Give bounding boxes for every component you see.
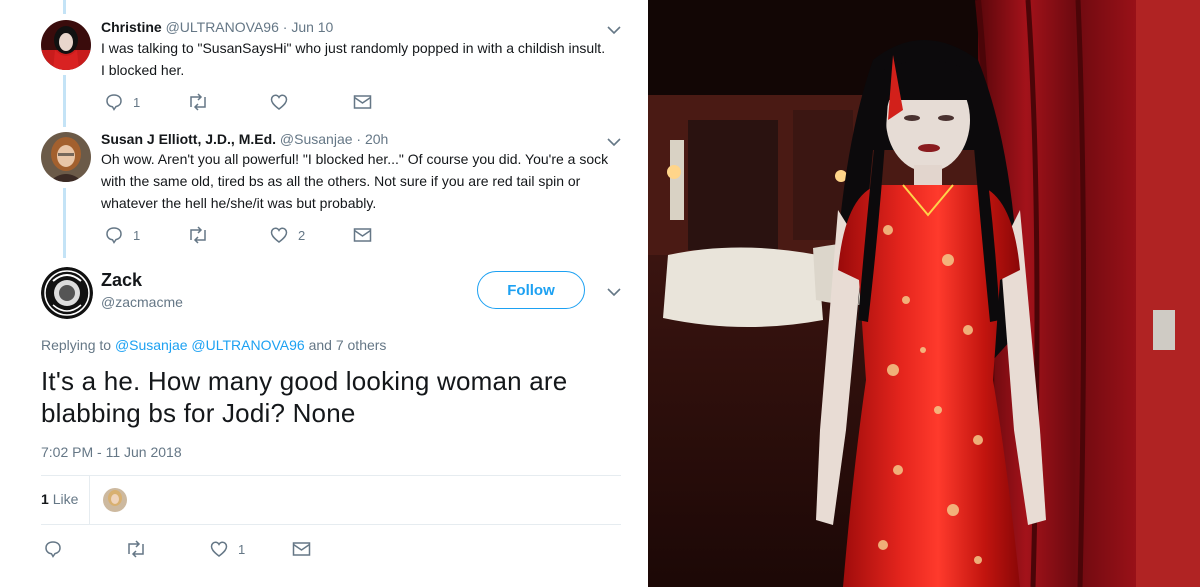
separator: ·	[356, 131, 362, 147]
handle[interactable]: @zacmacme	[101, 294, 183, 310]
retweet-icon	[190, 226, 206, 244]
handle[interactable]: @ULTRANOVA96	[166, 19, 279, 35]
retweet-button[interactable]	[125, 540, 147, 558]
tweet-time[interactable]: 20h	[365, 131, 388, 147]
separator: ·	[282, 19, 288, 35]
likes-row: 1 Like	[41, 476, 621, 524]
reply-count: 1	[133, 227, 141, 243]
reply-button[interactable]	[44, 540, 62, 558]
heart-icon	[270, 227, 288, 243]
reply-button[interactable]: 1	[105, 226, 140, 244]
chevron-down-icon[interactable]	[606, 22, 622, 38]
retweet-icon	[190, 93, 206, 111]
dm-button[interactable]	[353, 226, 372, 244]
display-name[interactable]: Zack	[101, 270, 142, 291]
heart-icon	[270, 94, 288, 110]
twitter-thread-panel: Christine @ULTRANOVA96 · Jun 10 I was ta…	[0, 0, 648, 587]
retweet-button[interactable]	[187, 93, 219, 111]
avatar-zack[interactable]	[41, 267, 93, 319]
like-button[interactable]: 2	[270, 226, 305, 244]
thread-line	[63, 188, 66, 258]
heart-icon	[210, 541, 228, 557]
attached-photo[interactable]	[648, 0, 1200, 587]
reply-icon	[106, 227, 122, 244]
envelope-icon	[292, 542, 311, 556]
like-count: 1	[238, 541, 246, 557]
chevron-down-icon[interactable]	[606, 284, 622, 300]
liker-avatar[interactable]	[103, 488, 127, 512]
like-number: 1	[41, 491, 49, 507]
tweet-time[interactable]: Jun 10	[291, 19, 333, 35]
tweet-timestamp[interactable]: 7:02 PM - 11 Jun 2018	[41, 444, 182, 460]
replying-to: Replying to @Susanjae @ULTRANOVA96 and 7…	[41, 337, 386, 353]
thread-line	[63, 0, 66, 14]
handle[interactable]: @Susanjae	[280, 131, 353, 147]
tweet-text: It's a he. How many good looking woman a…	[41, 366, 568, 428]
reply-button[interactable]: 1	[105, 93, 140, 111]
others-link[interactable]: and 7 others	[309, 337, 387, 353]
photo-illustration	[648, 0, 1200, 587]
avatar-christine[interactable]	[41, 20, 91, 70]
mention-link[interactable]: @Susanjae	[115, 337, 188, 353]
reply-icon	[45, 541, 61, 558]
divider	[89, 476, 90, 524]
like-button[interactable]	[270, 93, 298, 111]
display-name[interactable]: Susan J Elliott, J.D., M.Ed.	[101, 131, 276, 147]
like-label: Like	[52, 491, 79, 507]
tweet-text: I was talking to "SusanSaysHi" who just …	[101, 40, 606, 78]
envelope-icon	[353, 228, 372, 242]
like-button[interactable]: 1	[210, 540, 245, 558]
like-count: 2	[298, 227, 306, 243]
retweet-button[interactable]	[187, 226, 219, 244]
tweet-author: Susan J Elliott, J.D., M.Ed. @Susanjae ·…	[101, 131, 388, 147]
dm-button[interactable]	[292, 540, 311, 558]
display-name[interactable]: Christine	[101, 19, 162, 35]
tweet-text: Oh wow. Aren't you all powerful! "I bloc…	[101, 151, 609, 211]
replying-prefix: Replying to	[41, 337, 112, 353]
thread-line	[63, 75, 66, 127]
follow-button[interactable]: Follow	[477, 271, 585, 309]
tweet-author: Christine @ULTRANOVA96 · Jun 10	[101, 19, 333, 35]
divider	[41, 524, 621, 525]
avatar-susan[interactable]	[41, 132, 91, 182]
reply-icon	[106, 94, 122, 111]
likes-count[interactable]: 1 Like	[41, 491, 78, 507]
mention-link[interactable]: @ULTRANOVA96	[191, 337, 304, 353]
reply-count: 1	[133, 94, 141, 110]
envelope-icon	[353, 95, 372, 109]
retweet-icon	[128, 540, 144, 558]
dm-button[interactable]	[353, 93, 372, 111]
